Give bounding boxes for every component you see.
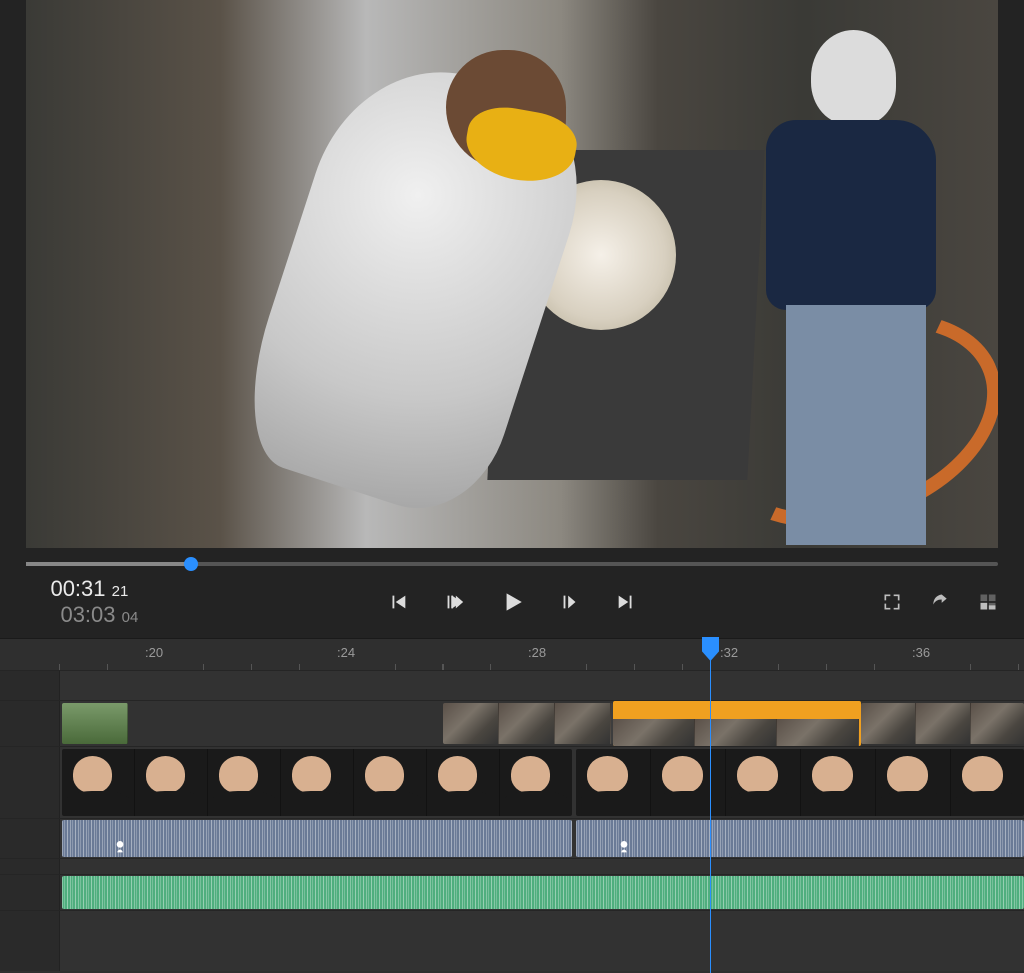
timecode-current-frames: 21: [112, 583, 129, 600]
scrubber-track[interactable]: [26, 562, 998, 566]
timecode-total-frames: 04: [122, 609, 139, 626]
track-video-overlay[interactable]: [0, 701, 1024, 747]
timeline-ruler[interactable]: :20 :24 :28 :32 :36: [0, 639, 1024, 671]
track-audio-voice[interactable]: [0, 819, 1024, 859]
track-video-main[interactable]: [0, 747, 1024, 819]
scrubber-row: [0, 548, 1024, 576]
step-back-icon[interactable]: [443, 591, 465, 613]
track-audio-music[interactable]: [0, 875, 1024, 911]
next-clip-icon[interactable]: [615, 591, 637, 613]
scrubber-thumb[interactable]: [184, 557, 198, 571]
video-clip[interactable]: [443, 703, 613, 744]
ruler-tick: :28: [528, 645, 546, 660]
fullscreen-icon[interactable]: [882, 592, 902, 612]
timecode-current-seconds: 00:31: [50, 576, 105, 601]
video-clip[interactable]: [62, 703, 128, 744]
ruler-tick: :36: [912, 645, 930, 660]
track-spacer-mid: [0, 859, 1024, 875]
video-clip[interactable]: [576, 749, 1024, 816]
layout-icon[interactable]: [978, 592, 998, 612]
controls-row: 00:31 21 03:03 04: [0, 576, 1024, 638]
export-icon[interactable]: [930, 592, 950, 612]
audio-clip[interactable]: [62, 820, 572, 857]
video-preview-frame[interactable]: [26, 0, 998, 548]
track-spacer-top: [0, 671, 1024, 701]
voice-icon: [616, 839, 632, 855]
right-controls: [882, 592, 998, 612]
video-clip[interactable]: [62, 749, 572, 816]
step-forward-icon[interactable]: [559, 591, 581, 613]
timecode-total-seconds: 03:03: [60, 602, 115, 627]
preview-area: [0, 0, 1024, 548]
timeline: :20 :24 :28 :32 :36: [0, 638, 1024, 973]
ruler-tick: :32: [720, 645, 738, 660]
play-icon[interactable]: [499, 589, 525, 615]
video-clip[interactable]: [613, 701, 861, 746]
ruler-tick: :20: [145, 645, 163, 660]
voice-icon: [112, 839, 128, 855]
timeline-playhead[interactable]: [710, 639, 711, 973]
track-spacer-bottom: [0, 911, 1024, 971]
transport-controls: [387, 589, 637, 615]
prev-clip-icon[interactable]: [387, 591, 409, 613]
audio-clip[interactable]: [576, 820, 1024, 857]
music-clip[interactable]: [62, 876, 1024, 909]
ruler-tick: :24: [337, 645, 355, 660]
video-clip[interactable]: [861, 703, 1024, 744]
